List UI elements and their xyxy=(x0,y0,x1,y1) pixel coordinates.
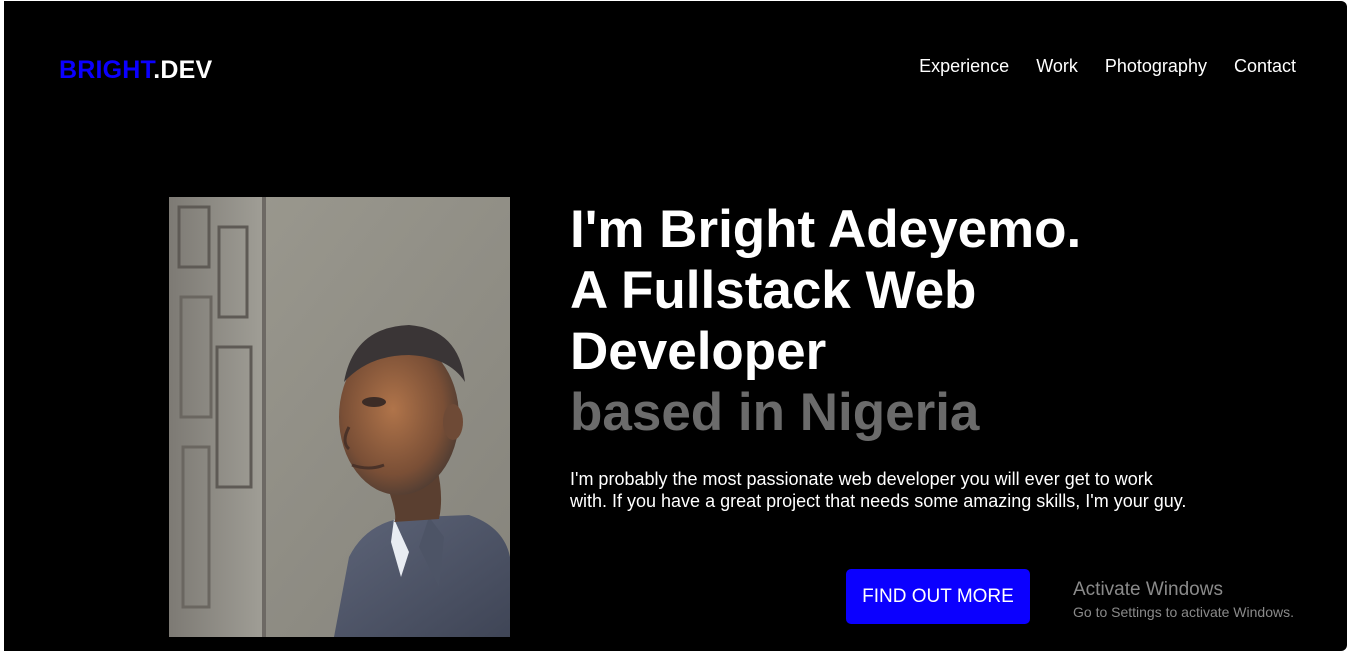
profile-photo-illustration xyxy=(169,197,510,637)
windows-activation-watermark: Activate Windows Go to Settings to activ… xyxy=(1073,578,1294,622)
nav-link-experience[interactable]: Experience xyxy=(919,56,1009,77)
hero-heading-block: I'm Bright Adeyemo. A Fullstack Web Deve… xyxy=(570,199,1210,443)
headline-line-role-cont: Developer xyxy=(570,322,827,381)
find-out-more-button[interactable]: FIND OUT MORE xyxy=(846,569,1030,624)
watermark-subtitle: Go to Settings to activate Windows. xyxy=(1073,604,1294,620)
main-navigation: Experience Work Photography Contact xyxy=(919,56,1296,77)
browser-viewport: BRIGHT.DEV Experience Work Photography C… xyxy=(4,1,1347,651)
watermark-title: Activate Windows xyxy=(1073,579,1223,600)
nav-link-contact[interactable]: Contact xyxy=(1234,56,1296,77)
logo-rest-text: .DEV xyxy=(153,56,213,84)
nav-link-work[interactable]: Work xyxy=(1036,56,1078,77)
hero-description: I'm probably the most passionate web dev… xyxy=(570,469,1187,511)
hero-headline: I'm Bright Adeyemo. A Fullstack Web Deve… xyxy=(570,199,1210,443)
headline-line-role: A Fullstack Web xyxy=(570,261,977,320)
site-logo[interactable]: BRIGHT.DEV xyxy=(59,56,212,85)
profile-photo xyxy=(169,197,510,637)
headline-location: based in Nigeria xyxy=(570,383,980,442)
logo-accent-text: BRIGHT xyxy=(59,56,154,84)
nav-link-photography[interactable]: Photography xyxy=(1105,56,1207,77)
headline-line-name: I'm Bright Adeyemo. xyxy=(570,200,1082,259)
